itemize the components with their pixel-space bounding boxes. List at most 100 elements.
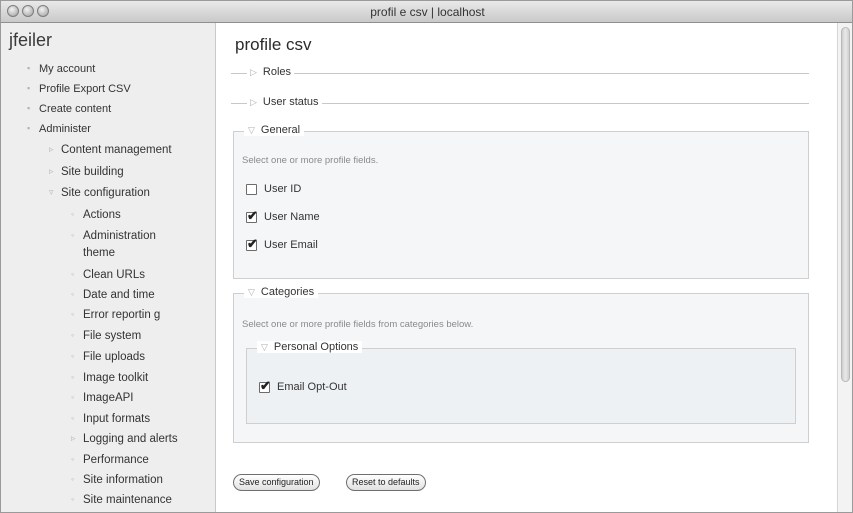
checkmark-icon: ✔ — [247, 236, 258, 251]
sidebar-item-profile-export-csv[interactable]: ▪ Profile Export CSV — [27, 83, 131, 95]
user-name-checkbox[interactable]: ✔ — [246, 208, 258, 223]
vertical-scrollbar[interactable] — [837, 23, 852, 512]
title-bar: profil e csv | localhost — [1, 1, 852, 23]
sidebar-item-label: Performance — [83, 454, 149, 466]
bullet-icon: ◦ — [71, 392, 75, 402]
sidebar-item-label: Image toolkit — [83, 372, 149, 384]
sidebar-item-label: Administer — [39, 123, 91, 135]
sidebar-item-label: Clean URLs — [83, 269, 145, 281]
bullet-icon: ◦ — [71, 209, 75, 219]
general-label: General — [260, 124, 301, 136]
categories-fieldset: ▽ Categories Select one or more profile f… — [233, 286, 809, 443]
categories-label: Categories — [260, 286, 315, 298]
bullet-icon: ◦ — [71, 289, 75, 299]
bullet-icon: ◦ — [71, 372, 75, 382]
scrollbar-thumb[interactable] — [841, 27, 850, 382]
expanded-arrow-icon: ▽ — [248, 125, 255, 135]
sidebar-item-label: Logging and alerts — [83, 433, 178, 445]
sidebar-item-create-content[interactable]: ▪ Create content — [27, 103, 112, 115]
collapsed-arrow-icon: ▷ — [250, 67, 257, 77]
bullet-icon: ◦ — [71, 269, 75, 279]
sidebar-item-imageapi[interactable]: ◦ ImageAPI — [71, 392, 134, 404]
roles-fieldset-collapsed[interactable]: ▷ Roles — [231, 66, 809, 80]
sidebar-item-administration-theme[interactable]: ◦ Administration — [71, 230, 156, 242]
sidebar-item-file-system[interactable]: ◦ File system — [71, 330, 142, 342]
sidebar-item-clean-urls[interactable]: ◦ Clean URLs — [71, 269, 145, 281]
categories-description: Select one or more profile fields from c… — [242, 319, 474, 330]
bullet-icon: ◦ — [71, 454, 75, 464]
sidebar-item-content-management[interactable]: ▹ Content management — [49, 144, 172, 156]
checkmark-icon: ✔ — [260, 378, 271, 393]
personal-options-legend[interactable]: ▽ Personal Options — [257, 341, 363, 353]
sidebar-item-site-configuration[interactable]: ▿ Site configuration — [49, 187, 150, 199]
sidebar-item-date-and-time[interactable]: ◦ Date and time — [71, 289, 155, 301]
user-status-fieldset-collapsed[interactable]: ▷ User status — [231, 96, 809, 110]
collapsed-arrow-icon: ▹ — [49, 144, 54, 154]
sidebar-item-label: My account — [39, 63, 96, 75]
fieldset-divider — [231, 73, 809, 74]
sidebar-item-image-toolkit[interactable]: ◦ Image toolkit — [71, 372, 149, 384]
bullet-icon: ◦ — [71, 474, 75, 484]
expanded-arrow-icon: ▿ — [49, 187, 54, 197]
email-opt-out-label: Email Opt-Out — [277, 381, 347, 393]
window-title: profil e csv | localhost — [370, 5, 485, 19]
expanded-arrow-icon: ▽ — [261, 342, 268, 352]
checkmark-icon: ✔ — [247, 208, 258, 223]
sidebar-item-administer[interactable]: ▪ Administer — [27, 123, 91, 135]
sidebar-item-site-building[interactable]: ▹ Site building — [49, 166, 124, 178]
user-email-checkbox[interactable]: ✔ — [246, 236, 258, 251]
bullet-icon: ◦ — [71, 413, 75, 423]
sidebar-item-label: Profile Export CSV — [39, 83, 131, 95]
user-email-label: User Email — [264, 239, 318, 251]
sidebar-item-input-formats[interactable]: ◦ Input formats — [71, 413, 150, 425]
personal-options-label: Personal Options — [273, 341, 359, 353]
sidebar-item-actions[interactable]: ◦ Actions — [71, 209, 121, 221]
sidebar-item-label: File uploads — [83, 351, 146, 363]
sidebar-item-file-uploads[interactable]: ◦ File uploads — [71, 351, 146, 363]
sidebar-item-label: Create content — [39, 103, 112, 115]
sidebar-item-label: Date and time — [83, 289, 155, 301]
collapsed-arrow-icon: ▹ — [49, 166, 54, 176]
sidebar-item-label: ImageAPI — [83, 392, 134, 404]
sidebar-item-site-information[interactable]: ◦ Site information — [71, 474, 163, 486]
bullet-icon: ▪ — [27, 83, 31, 93]
browser-window: profil e csv | localhost jfeiler ▪ My acc… — [0, 0, 853, 513]
user-status-legend[interactable]: ▷ User status — [247, 96, 322, 108]
collapsed-arrow-icon: ▷ — [250, 97, 257, 107]
main-content: profile csv ▷ Roles ▷ User status ▽ General… — [217, 23, 837, 512]
email-opt-out-checkbox[interactable]: ✔ — [259, 378, 271, 393]
sidebar-item-logging-and-alerts[interactable]: ▹ Logging and alerts — [71, 433, 178, 445]
bullet-icon: ▪ — [27, 103, 31, 113]
sidebar-item-label: Actions — [83, 209, 121, 221]
sidebar-item-label: File system — [83, 330, 142, 342]
sidebar-item-label: Content management — [61, 144, 172, 156]
roles-legend[interactable]: ▷ Roles — [247, 66, 295, 78]
user-id-checkbox[interactable] — [246, 184, 257, 195]
expanded-icon: ▪ — [27, 123, 31, 133]
reset-to-defaults-button[interactable]: Reset to defaults — [346, 474, 426, 491]
user-id-label: User ID — [264, 183, 302, 195]
sidebar-item-error-reporting[interactable]: ◦ Error reportin g — [71, 309, 160, 321]
bullet-icon: ◦ — [71, 330, 75, 340]
personal-options-fieldset: ▽ Personal Options ✔ Email Opt-Out — [246, 341, 796, 424]
bullet-icon: ◦ — [71, 309, 75, 319]
page-title: profile csv — [235, 35, 312, 54]
sidebar-item-label: Site information — [83, 474, 163, 486]
bullet-icon: ◦ — [71, 494, 75, 504]
sidebar-item-label: theme — [83, 247, 115, 259]
sidebar-item-label: Site building — [61, 166, 124, 178]
user-status-label: User status — [262, 96, 319, 108]
user-name-label: User Name — [264, 211, 320, 223]
save-configuration-button[interactable]: Save configuration — [233, 474, 320, 491]
sidebar-item-administration-theme-cont[interactable]: theme — [83, 247, 115, 259]
categories-legend[interactable]: ▽ Categories — [244, 286, 319, 298]
sidebar-navigation: jfeiler ▪ My account ▪ Profile Export CSV … — [1, 23, 216, 512]
sidebar-item-site-maintenance[interactable]: ◦ Site maintenance — [71, 494, 172, 506]
sidebar-item-performance[interactable]: ◦ Performance — [71, 454, 149, 466]
sidebar-item-my-account[interactable]: ▪ My account — [27, 63, 96, 75]
bullet-icon: ◦ — [71, 230, 75, 240]
sidebar-username: jfeiler — [9, 30, 53, 50]
general-fieldset: ▽ General Select one or more profile fiel… — [233, 124, 809, 279]
general-legend[interactable]: ▽ General — [244, 124, 305, 136]
expanded-arrow-icon: ▽ — [248, 287, 255, 297]
